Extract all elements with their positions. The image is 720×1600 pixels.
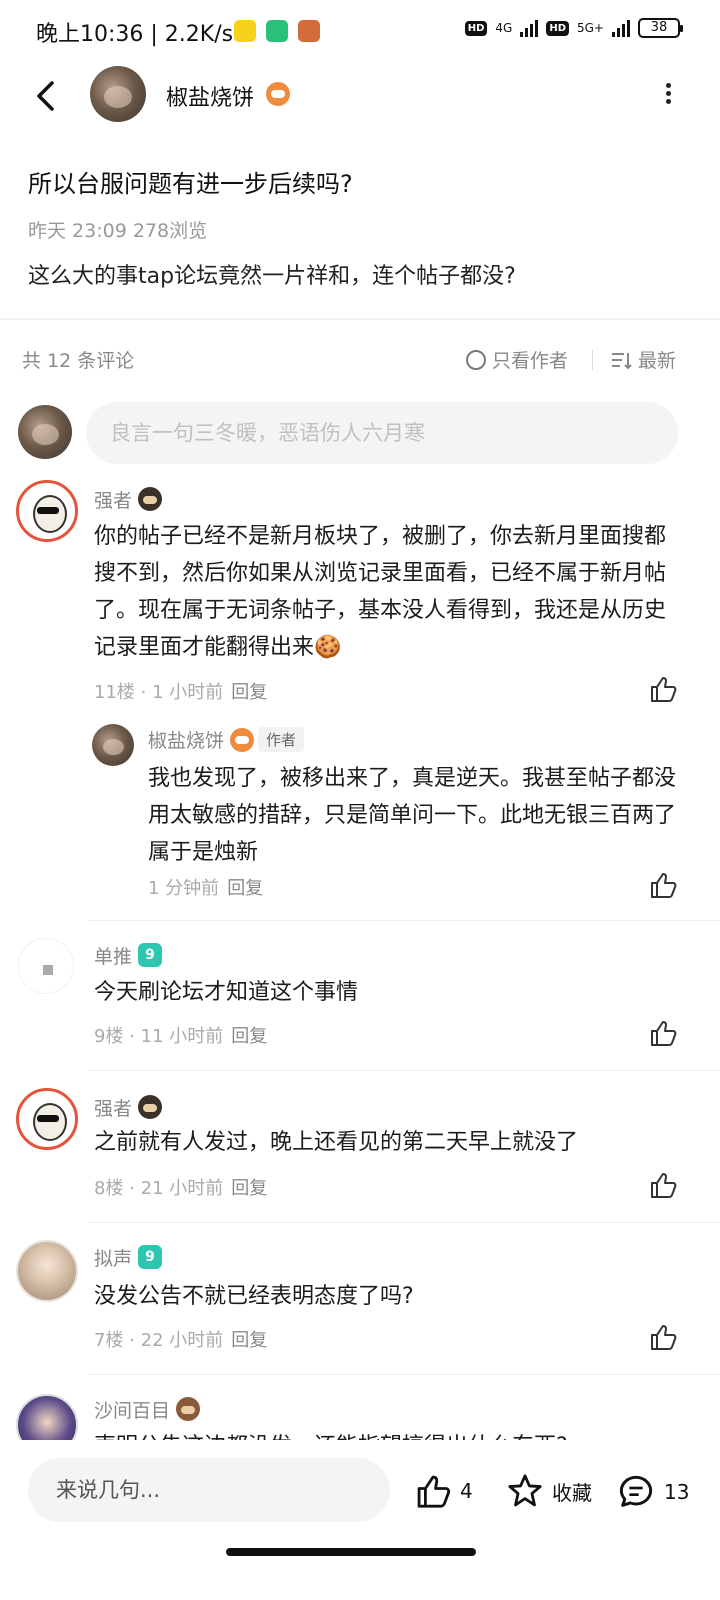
home-indicator[interactable] bbox=[226, 1548, 476, 1556]
comment-divider bbox=[88, 1070, 720, 1071]
commenter-avatar[interactable] bbox=[16, 1394, 78, 1440]
signal-icon-2 bbox=[612, 19, 630, 37]
commenter-avatar[interactable] bbox=[16, 1088, 78, 1150]
back-arrow-icon[interactable] bbox=[28, 78, 64, 114]
face-badge-icon bbox=[138, 1095, 163, 1119]
like-button[interactable]: 4 bbox=[414, 1472, 473, 1510]
comment-text: 声明公告这边都没发，还能指望搞得出什么东西? bbox=[94, 1428, 684, 1440]
commenter-name[interactable]: 沙间百目 bbox=[94, 1396, 201, 1423]
post-body: 这么大的事tap论坛竟然一片祥和，连个帖子都没? bbox=[28, 264, 516, 289]
face-badge-icon bbox=[138, 487, 163, 511]
reply-avatar[interactable] bbox=[92, 724, 134, 766]
level-badge-icon bbox=[138, 1245, 163, 1269]
sort-button[interactable]: 最新 bbox=[610, 346, 676, 373]
level-badge-icon bbox=[138, 943, 163, 967]
comment-text: 你的帖子已经不是新月板块了，被删了，你去新月里面搜都搜不到，然后你如果从浏览记录… bbox=[94, 524, 667, 660]
commenter-name[interactable]: 强者 bbox=[94, 1094, 163, 1121]
comment-meta: 8楼 · 21 小时前 回复 bbox=[94, 1178, 268, 1199]
commenter-avatar[interactable] bbox=[16, 480, 78, 542]
signal-icon bbox=[520, 19, 539, 37]
hd-icon: HD bbox=[464, 20, 488, 36]
comment-divider bbox=[88, 920, 720, 921]
comment-meta: 11楼 · 1 小时前 回复 bbox=[94, 682, 268, 703]
status-indicators: HD 4G HD 5G+ 38 bbox=[464, 18, 683, 38]
commenter-name[interactable]: 单推 bbox=[94, 942, 163, 969]
favorite-button[interactable]: 收藏 bbox=[506, 1472, 592, 1510]
comment-divider bbox=[88, 1222, 720, 1223]
comment-text: 之前就有人发过，晚上还看见的第二天早上就没了 bbox=[94, 1130, 579, 1155]
reply-text: 我也发现了，被移出来了，真是逆天。我甚至帖子都没用太敏感的措辞，只是简单问一下。… bbox=[148, 766, 677, 865]
commenter-name[interactable]: 强者 bbox=[94, 486, 163, 513]
network-type-2: 5G+ bbox=[577, 21, 604, 35]
face-badge-icon bbox=[176, 1397, 201, 1421]
like-count: 4 bbox=[460, 1479, 473, 1503]
comments-button[interactable]: 13 bbox=[616, 1472, 689, 1512]
reply-button[interactable]: 回复 bbox=[231, 1026, 267, 1047]
only-author-toggle[interactable]: 只看作者 bbox=[466, 346, 568, 373]
comment-item: 沙间百目 声明公告这边都没发，还能指望搞得出什么东西? bbox=[0, 1390, 720, 1440]
comment-divider bbox=[88, 1374, 720, 1375]
like-icon[interactable] bbox=[648, 1018, 678, 1048]
my-avatar bbox=[18, 405, 72, 459]
commenter-avatar[interactable] bbox=[18, 938, 74, 994]
commenter-avatar[interactable] bbox=[16, 1240, 78, 1302]
shield-notification-icon bbox=[266, 20, 288, 42]
favorite-label: 收藏 bbox=[552, 1480, 592, 1505]
comment-text: 今天刷论坛才知道这个事情 bbox=[94, 980, 359, 1005]
like-icon[interactable] bbox=[648, 674, 678, 704]
battery-icon: 38 bbox=[638, 18, 683, 38]
network-type-1: 4G bbox=[495, 21, 513, 35]
sort-icon bbox=[612, 352, 632, 369]
status-bar: 晚上10:36 | 2.2K/s HD 4G HD 5G+ 38 bbox=[0, 0, 720, 60]
reply-button[interactable]: 回复 bbox=[231, 1330, 267, 1351]
like-icon[interactable] bbox=[648, 870, 678, 900]
post-title: 所以台服问题有进一步后续吗? bbox=[28, 170, 353, 198]
author-name[interactable]: 椒盐烧饼 bbox=[166, 80, 254, 112]
reply-button[interactable]: 回复 bbox=[227, 878, 263, 899]
comment-meta: 7楼 · 22 小时前 回复 bbox=[94, 1330, 268, 1351]
reply-author-name[interactable]: 椒盐烧饼 作者 bbox=[148, 726, 305, 753]
author-avatar[interactable] bbox=[90, 66, 146, 122]
bottom-action-bar: 来说几句... 4 收藏 13 bbox=[0, 1440, 720, 1600]
hd-icon-2: HD bbox=[546, 20, 569, 36]
reply-button[interactable]: 回复 bbox=[231, 1178, 267, 1199]
comment-text: 没发公告不就已经表明态度了吗? bbox=[94, 1284, 414, 1309]
commenter-name[interactable]: 拟声 bbox=[94, 1244, 163, 1271]
game-notification-icon bbox=[298, 20, 320, 42]
author-tag: 作者 bbox=[258, 727, 305, 752]
like-icon[interactable] bbox=[648, 1170, 678, 1200]
post-header: 椒盐烧饼 bbox=[0, 60, 720, 132]
app-notification-icon bbox=[234, 20, 256, 42]
section-divider bbox=[0, 318, 720, 320]
reply-button[interactable]: 回复 bbox=[231, 682, 267, 703]
only-author-label: 只看作者 bbox=[492, 350, 569, 372]
gamepad-badge-icon bbox=[266, 82, 290, 106]
comment-count-label: 共 12 条评论 bbox=[22, 350, 135, 372]
comment-meta: 9楼 · 11 小时前 回复 bbox=[94, 1026, 268, 1047]
like-icon[interactable] bbox=[648, 1322, 678, 1352]
vertical-separator bbox=[592, 350, 593, 370]
thumb-up-icon bbox=[417, 1475, 451, 1508]
reply-meta: 1 分钟前 回复 bbox=[148, 878, 264, 899]
comment-entry-field[interactable]: 来说几句... bbox=[28, 1458, 390, 1522]
status-time: 晚上10:36 | 2.2K/s bbox=[36, 22, 234, 47]
comment-input[interactable] bbox=[86, 402, 678, 464]
sort-label: 最新 bbox=[638, 350, 677, 372]
star-icon bbox=[508, 1474, 542, 1507]
gamepad-badge-icon bbox=[230, 728, 255, 752]
post-meta: 昨天 23:09 278浏览 bbox=[28, 220, 208, 242]
radio-icon bbox=[466, 349, 486, 370]
comment-count: 13 bbox=[664, 1480, 690, 1504]
more-options-icon[interactable] bbox=[662, 80, 674, 112]
comment-bubble-icon bbox=[619, 1475, 653, 1507]
